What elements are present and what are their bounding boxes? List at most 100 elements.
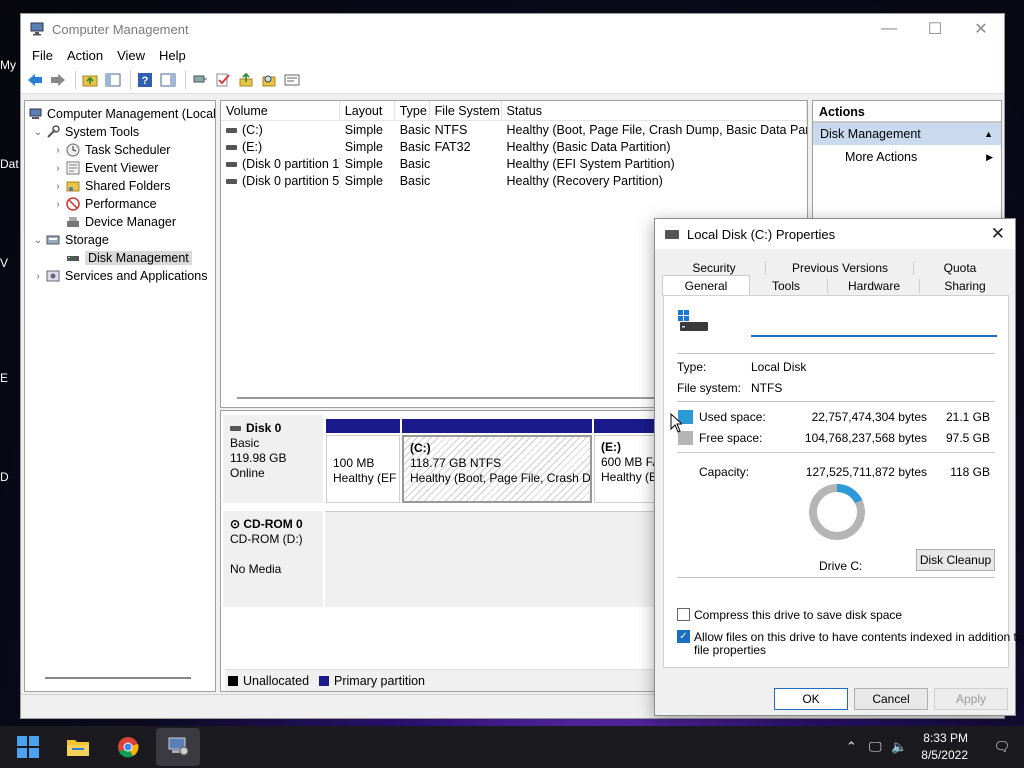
column-header-file-system[interactable]: File System	[430, 101, 502, 120]
chevron-right-icon[interactable]: ›	[51, 199, 65, 210]
chevron-right-icon[interactable]: ›	[51, 163, 65, 174]
free-space-bytes: 104,768,237,568 bytes	[804, 431, 927, 445]
chevron-right-icon[interactable]: ›	[31, 271, 45, 282]
menu-help[interactable]: Help	[152, 48, 193, 63]
show-hide-action-pane-icon[interactable]	[158, 70, 178, 90]
disk-0-label[interactable]: Disk 0 Basic 119.98 GB Online	[223, 415, 323, 503]
file-system-label: File system:	[677, 381, 742, 395]
tab-previous-versions[interactable]: Previous Versions	[782, 259, 898, 277]
tree-item-task-scheduler[interactable]: › Task Scheduler	[25, 141, 215, 159]
status-cell: Healthy (Boot, Page File, Crash Dump, Ba…	[506, 122, 807, 137]
tab-quota[interactable]: Quota	[931, 259, 989, 277]
compress-checkbox[interactable]	[677, 608, 690, 621]
chevron-down-icon[interactable]: ⌄	[31, 127, 45, 138]
menu-view[interactable]: View	[110, 48, 152, 63]
used-space-label: Used space:	[699, 410, 766, 424]
file-system-cell: FAT32	[434, 139, 471, 154]
actions-disk-management[interactable]: Disk Management ▲	[813, 123, 1001, 145]
cancel-button[interactable]: Cancel	[854, 688, 928, 710]
chrome-icon[interactable]	[106, 728, 150, 766]
find-icon[interactable]	[259, 70, 279, 90]
close-button[interactable]: ✕	[958, 14, 1004, 44]
compress-label[interactable]: Compress this drive to save disk space	[694, 608, 902, 622]
tree-item-performance[interactable]: › Performance	[25, 195, 215, 213]
tree-item-label: System Tools	[65, 125, 140, 139]
apply-button[interactable]: Apply	[934, 688, 1008, 710]
tree-item-device-manager[interactable]: Device Manager	[25, 213, 215, 231]
clock-date: 8/5/2022	[921, 748, 968, 762]
tree-item-label: Services and Applications	[65, 269, 208, 283]
file-system-cell: NTFS	[434, 122, 468, 137]
partition-c[interactable]: (C:) 118.77 GB NTFS Healthy (Boot, Page …	[402, 435, 592, 503]
export-icon[interactable]	[236, 70, 256, 90]
up-folder-icon[interactable]	[80, 70, 100, 90]
forward-arrow-icon[interactable]	[48, 70, 68, 90]
desktop-icon-label[interactable]: Dat	[0, 157, 22, 171]
computer-management-icon[interactable]	[156, 728, 200, 766]
horizontal-scrollbar[interactable]	[45, 677, 191, 679]
table-row[interactable]: (E:) Simple Basic FAT32 Healthy (Basic D…	[221, 138, 807, 155]
actions-header: Actions	[813, 101, 1001, 123]
desktop-icon-label[interactable]: D	[0, 470, 22, 484]
more-actions[interactable]: More Actions ▶	[813, 145, 1001, 169]
maximize-button[interactable]: ☐	[912, 14, 958, 44]
table-row[interactable]: (Disk 0 partition 5) Simple Basic Health…	[221, 172, 807, 189]
desktop-icon-label[interactable]: V	[0, 256, 22, 270]
horizontal-scrollbar[interactable]	[237, 397, 657, 399]
chevron-up-icon[interactable]: ⌃	[839, 739, 863, 755]
show-hide-tree-icon[interactable]	[103, 70, 123, 90]
partition-efi[interactable]: 100 MB Healthy (EF	[326, 435, 400, 503]
index-checkbox[interactable]: ✓	[677, 630, 690, 643]
chevron-right-icon[interactable]: ›	[51, 145, 65, 156]
help-icon[interactable]: ?	[135, 70, 155, 90]
column-header-status[interactable]: Status	[502, 101, 807, 120]
tab-general[interactable]: General	[662, 275, 750, 296]
tree-item-services-and-applications[interactable]: › Services and Applications	[25, 267, 215, 285]
column-header-volume[interactable]: Volume	[221, 101, 340, 120]
cdrom-0-label[interactable]: ⊙ CD-ROM 0 CD-ROM (D:) No Media	[223, 511, 323, 607]
table-row[interactable]: (C:) Simple Basic NTFS Healthy (Boot, Pa…	[221, 121, 807, 138]
tab-hardware[interactable]: Hardware	[841, 277, 907, 295]
tree-item-disk-management[interactable]: Disk Management	[25, 249, 215, 267]
tree-item-storage[interactable]: ⌄ Storage	[25, 231, 215, 249]
disk-cleanup-button[interactable]: Disk Cleanup	[916, 549, 995, 571]
windows-start-icon[interactable]	[6, 728, 50, 766]
free-space-label: Free space:	[699, 431, 763, 445]
tab-sharing[interactable]: Sharing	[935, 277, 995, 295]
volume-label-input[interactable]	[751, 315, 997, 337]
index-label-continued[interactable]: file properties	[694, 643, 766, 657]
column-header-type[interactable]: Type	[395, 101, 430, 120]
tree-item-root[interactable]: Computer Management (Local	[25, 105, 215, 123]
chevron-right-icon[interactable]: ›	[51, 181, 65, 192]
collapse-up-icon[interactable]: ▲	[984, 123, 993, 145]
dialog-title-bar[interactable]: Local Disk (C:) Properties ✕	[655, 219, 1015, 249]
divider	[677, 452, 995, 453]
properties-icon[interactable]	[282, 70, 302, 90]
index-label[interactable]: Allow files on this drive to have conten…	[694, 630, 1024, 644]
tab-tools[interactable]: Tools	[758, 277, 814, 295]
connect-icon[interactable]	[190, 70, 210, 90]
close-icon[interactable]: ✕	[991, 224, 1005, 244]
ok-button[interactable]: OK	[774, 688, 848, 710]
notification-icon[interactable]: 🗨	[990, 739, 1014, 755]
desktop-icon-label[interactable]: E	[0, 371, 22, 385]
chevron-down-icon[interactable]: ⌄	[31, 235, 45, 246]
title-bar[interactable]: Computer Management — ☐ ✕	[21, 14, 1004, 44]
tree-item-shared-folders[interactable]: › Shared Folders	[25, 177, 215, 195]
clock[interactable]: 8:33 PM 8/5/2022	[921, 730, 968, 764]
tree-item-event-viewer[interactable]: › Event Viewer	[25, 159, 215, 177]
menu-file[interactable]: File	[25, 48, 60, 63]
tree-item-system-tools[interactable]: ⌄ System Tools	[25, 123, 215, 141]
back-arrow-icon[interactable]	[25, 70, 45, 90]
table-row[interactable]: (Disk 0 partition 1) Simple Basic Health…	[221, 155, 807, 172]
menu-action[interactable]: Action	[60, 48, 110, 63]
speaker-icon[interactable]: 🔈	[887, 739, 911, 755]
free-space-gb: 97.5 GB	[945, 431, 990, 445]
desktop-icon-label[interactable]: My	[0, 58, 22, 72]
check-icon[interactable]	[213, 70, 233, 90]
minimize-button[interactable]: —	[866, 14, 912, 44]
file-explorer-icon[interactable]	[56, 728, 100, 766]
device-manager-icon	[65, 214, 81, 230]
network-icon[interactable]: 🖵	[863, 739, 887, 755]
column-header-layout[interactable]: Layout	[340, 101, 395, 120]
